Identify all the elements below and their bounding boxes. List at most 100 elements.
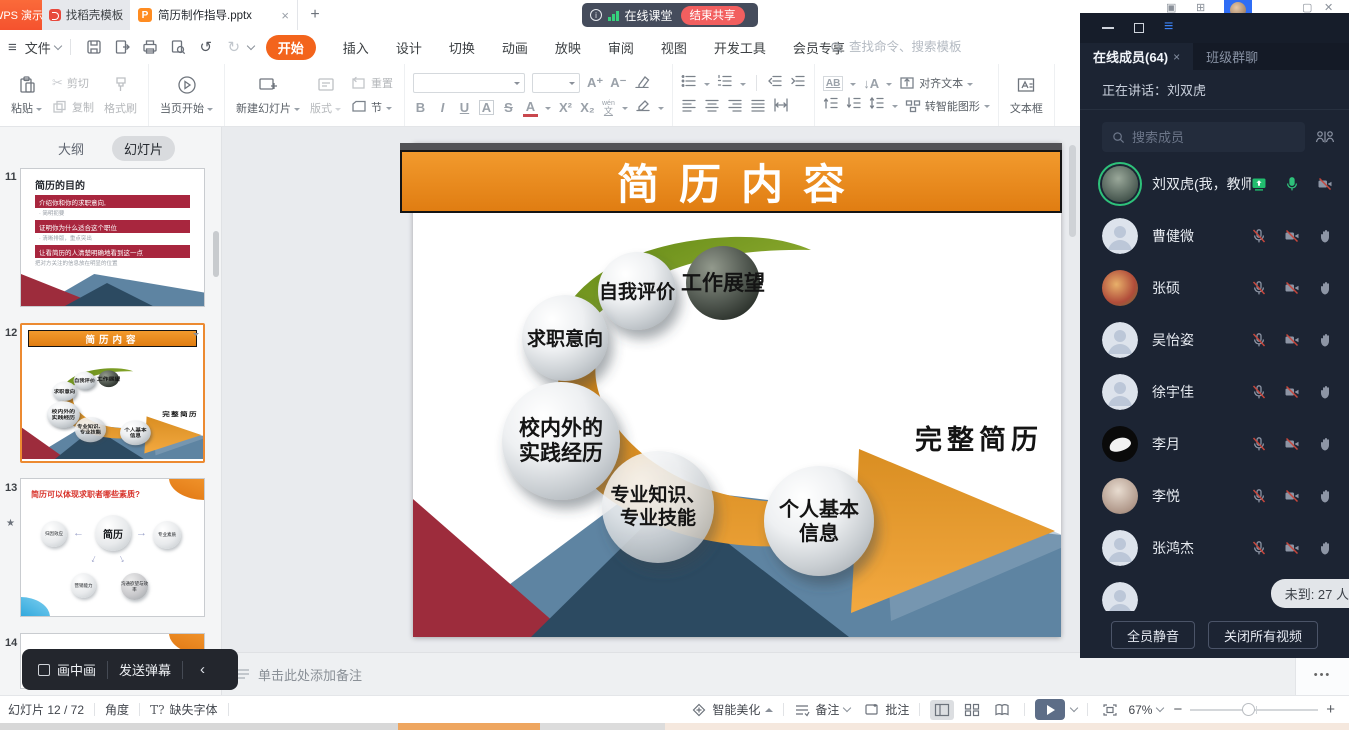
redo-button[interactable]: ↻ bbox=[222, 36, 246, 58]
mic-off-icon[interactable] bbox=[1251, 280, 1267, 296]
maximize-icon[interactable]: ▢ bbox=[1302, 1, 1312, 13]
mic-off-icon[interactable] bbox=[1251, 384, 1267, 400]
notes-button[interactable]: 备注 bbox=[794, 701, 850, 718]
view-reading-button[interactable] bbox=[990, 700, 1014, 720]
undo-button[interactable]: ↺ bbox=[194, 36, 218, 58]
line-spacing-button[interactable] bbox=[869, 96, 885, 115]
member-row[interactable]: 吴怡姿 bbox=[1080, 314, 1349, 366]
app-grid-icon[interactable]: ⊞ bbox=[1196, 1, 1205, 13]
textbox-button[interactable]: 文本框 bbox=[1005, 74, 1048, 116]
comment-button[interactable]: 批注 bbox=[864, 701, 909, 718]
angle-indicator[interactable]: 角度 bbox=[105, 701, 129, 718]
bold-button[interactable]: B bbox=[413, 100, 428, 115]
camera-off-icon[interactable] bbox=[1284, 384, 1300, 400]
menu-insert[interactable]: 插入 bbox=[343, 38, 369, 57]
mic-off-icon[interactable] bbox=[1251, 488, 1267, 504]
sidebar-scrollbar[interactable] bbox=[213, 231, 219, 277]
raise-hand-icon[interactable] bbox=[1317, 228, 1333, 244]
play-options-icon[interactable] bbox=[1070, 704, 1078, 712]
to-smartart-button[interactable]: 转智能图形 bbox=[905, 98, 990, 114]
current-slide[interactable]: 简历内容 bbox=[413, 143, 1061, 637]
char-border-button[interactable]: A bbox=[479, 100, 494, 115]
format-painter-button[interactable]: 格式刷 bbox=[99, 74, 142, 116]
new-tab-button[interactable]: + bbox=[298, 0, 332, 30]
clear-format-button[interactable] bbox=[634, 74, 650, 93]
tab-current-document[interactable]: P 简历制作指导.pptx × bbox=[130, 0, 298, 30]
close-document-icon[interactable]: × bbox=[281, 8, 289, 23]
subscript-button[interactable]: X₂ bbox=[580, 100, 595, 115]
resume-diagram[interactable]: 自我评价 工作展望 求职意向 校内外的 实践经历 专业知识、 专业技能 个人基本… bbox=[413, 143, 1061, 637]
file-menu[interactable]: 文件 bbox=[25, 38, 61, 57]
tab-class-chat[interactable]: 班级群聊 bbox=[1193, 43, 1271, 70]
member-row[interactable]: 曹健微 bbox=[1080, 210, 1349, 262]
print-preview-button[interactable] bbox=[166, 36, 190, 58]
cut-button[interactable]: ✂剪切 bbox=[52, 75, 94, 91]
line-spacing-up-button[interactable] bbox=[823, 96, 839, 115]
mic-off-icon[interactable] bbox=[1251, 228, 1267, 244]
camera-off-icon[interactable] bbox=[1284, 280, 1300, 296]
tab-outline[interactable]: 大纲 bbox=[46, 136, 96, 161]
tab-template-store[interactable]: 找稻壳模板 bbox=[42, 0, 130, 30]
menu-view[interactable]: 视图 bbox=[661, 38, 687, 57]
font-name-select[interactable] bbox=[413, 73, 525, 93]
member-search-input[interactable] bbox=[1132, 130, 1262, 145]
zoom-out-button[interactable]: − bbox=[1173, 701, 1182, 718]
tab-online-members[interactable]: 在线成员(64)× bbox=[1080, 43, 1193, 70]
menu-review[interactable]: 审阅 bbox=[608, 38, 634, 57]
notes-bar[interactable]: 单击此处添加备注 ••• bbox=[222, 652, 1349, 695]
minimize-icon[interactable] bbox=[1102, 27, 1114, 29]
export-button[interactable] bbox=[110, 36, 134, 58]
notes-more-button[interactable]: ••• bbox=[1295, 653, 1349, 696]
view-sorter-button[interactable] bbox=[960, 700, 984, 720]
decrease-font-button[interactable]: A⁻ bbox=[610, 75, 626, 91]
tab-wps-app[interactable]: WPS 演示 bbox=[0, 0, 42, 30]
close-icon[interactable]: ✕ bbox=[1324, 1, 1333, 13]
pip-label[interactable]: 画中画 bbox=[57, 660, 96, 679]
collapse-button[interactable]: ‹ bbox=[194, 661, 211, 678]
command-search[interactable] bbox=[830, 36, 1060, 58]
missing-font-button[interactable]: T?缺失字体 bbox=[150, 701, 217, 718]
member-row[interactable]: 张鸿杰 bbox=[1080, 522, 1349, 574]
mic-off-icon[interactable] bbox=[1251, 540, 1267, 556]
align-left-button[interactable] bbox=[681, 98, 697, 117]
raise-hand-icon[interactable] bbox=[1317, 384, 1333, 400]
increase-font-button[interactable]: A⁺ bbox=[587, 75, 603, 91]
strike-button[interactable]: S bbox=[501, 100, 516, 115]
reset-button[interactable]: 重置 bbox=[351, 75, 393, 91]
bullet-list-button[interactable] bbox=[681, 74, 697, 93]
tab-slides[interactable]: 幻灯片 bbox=[112, 136, 175, 161]
account-avatar[interactable] bbox=[1230, 2, 1246, 13]
align-center-button[interactable] bbox=[704, 98, 720, 117]
danmaku-button[interactable]: 发送弹幕 bbox=[119, 660, 171, 679]
close-all-videos-button[interactable]: 关闭所有视频 bbox=[1208, 621, 1318, 649]
quickbar-more-icon[interactable] bbox=[247, 41, 255, 49]
member-row[interactable]: 徐宇佳 bbox=[1080, 366, 1349, 418]
italic-button[interactable]: I bbox=[435, 100, 450, 115]
font-size-select[interactable] bbox=[532, 73, 580, 93]
menu-animation[interactable]: 动画 bbox=[502, 38, 528, 57]
line-spacing-down-button[interactable] bbox=[846, 96, 862, 115]
camera-off-icon[interactable] bbox=[1317, 176, 1333, 192]
raise-hand-icon[interactable] bbox=[1317, 488, 1333, 504]
align-text-button[interactable]: 对齐文本 bbox=[899, 75, 973, 91]
numbered-list-button[interactable] bbox=[717, 74, 733, 93]
fit-window-button[interactable] bbox=[1098, 700, 1122, 720]
slideshow-play-button[interactable] bbox=[1035, 699, 1065, 720]
mute-all-button[interactable]: 全员静音 bbox=[1111, 621, 1195, 649]
canvas-scrollbar[interactable] bbox=[1069, 145, 1076, 237]
justify-button[interactable] bbox=[750, 98, 766, 117]
camera-off-icon[interactable] bbox=[1284, 228, 1300, 244]
highlight-button[interactable] bbox=[635, 98, 651, 117]
screen-share-icon[interactable] bbox=[1251, 176, 1267, 192]
mic-off-icon[interactable] bbox=[1251, 436, 1267, 452]
menu-transition[interactable]: 切换 bbox=[449, 38, 475, 57]
maximize-icon[interactable] bbox=[1134, 23, 1144, 33]
member-row[interactable]: 李月 bbox=[1080, 418, 1349, 470]
close-tab-icon[interactable]: × bbox=[1173, 50, 1180, 64]
zoom-slider-knob[interactable] bbox=[1242, 703, 1255, 716]
member-search[interactable] bbox=[1102, 122, 1305, 152]
raise-hand-icon[interactable] bbox=[1317, 436, 1333, 452]
change-case-button[interactable]: AB bbox=[823, 76, 843, 91]
distribute-button[interactable] bbox=[773, 98, 789, 117]
menu-devtools[interactable]: 开发工具 bbox=[714, 38, 766, 57]
